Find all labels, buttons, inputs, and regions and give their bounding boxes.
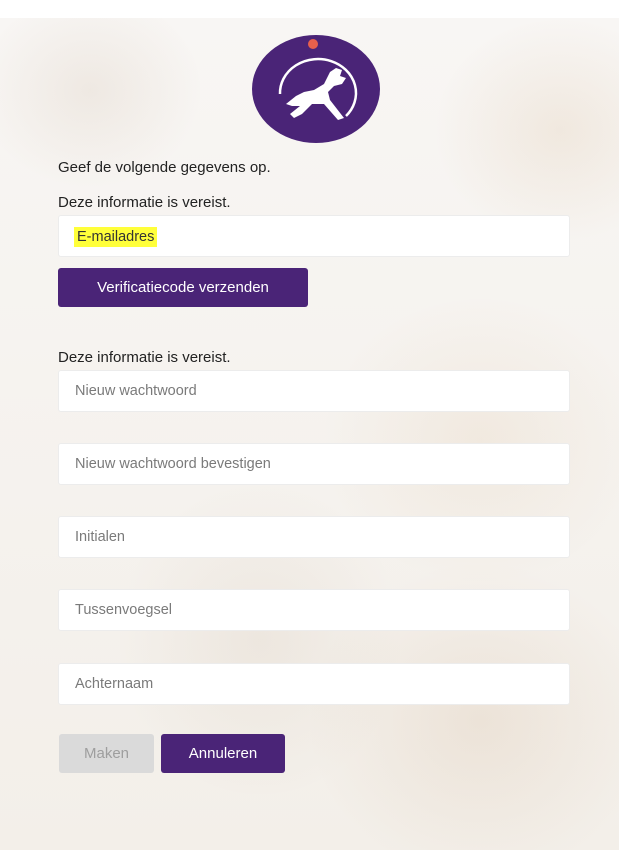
infix-field[interactable] — [58, 589, 570, 631]
email-placeholder: E-mailadres — [74, 227, 158, 247]
new-password-field[interactable] — [58, 370, 570, 412]
send-verification-code-button[interactable]: Verificatiecode verzenden — [58, 268, 308, 307]
create-button[interactable]: Maken — [59, 734, 154, 773]
instruction-text: Geef de volgende gegevens op. — [58, 159, 271, 176]
initials-field[interactable] — [58, 516, 570, 558]
required-info-label-password: Deze informatie is vereist. — [58, 349, 231, 366]
signup-form-container: Geef de volgende gegevens op. Deze infor… — [0, 0, 619, 850]
running-dog-logo-icon — [252, 35, 380, 143]
lastname-field[interactable] — [58, 663, 570, 705]
email-field[interactable]: E-mailadres — [58, 215, 570, 257]
confirm-password-field[interactable] — [58, 443, 570, 485]
required-info-label-email: Deze informatie is vereist. — [58, 194, 231, 211]
cancel-button[interactable]: Annuleren — [161, 734, 285, 773]
